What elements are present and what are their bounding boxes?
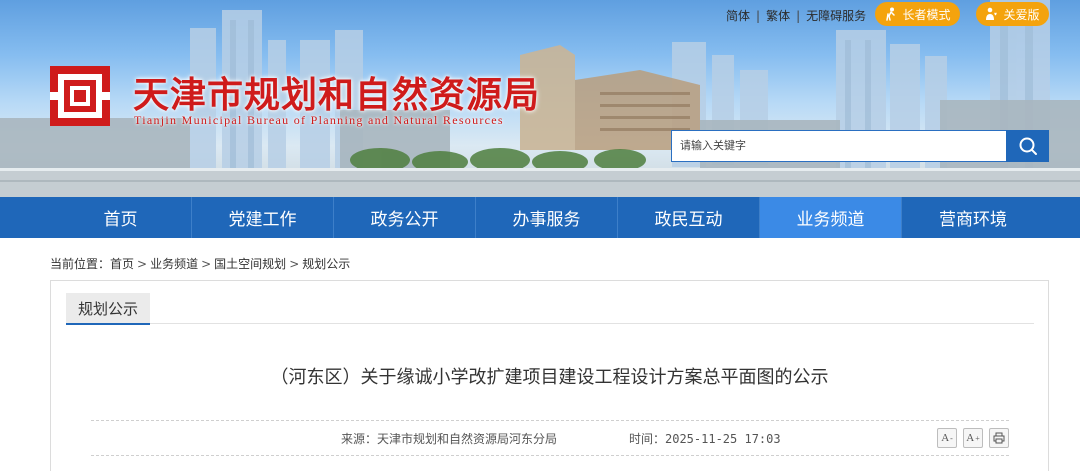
dashed-divider — [91, 420, 1009, 421]
article-title: （河东区）关于缘诚小学改扩建项目建设工程设计方案总平面图的公示 — [270, 367, 829, 388]
print-button[interactable] — [989, 428, 1009, 448]
nav-item-business-env[interactable]: 营商环境 — [902, 197, 1044, 238]
site-subtitle: Tianjin Municipal Bureau of Planning and… — [134, 113, 504, 127]
font-increase-button[interactable]: A + — [963, 428, 983, 448]
breadcrumb-home[interactable]: 首页 — [110, 255, 134, 272]
font-increase-label: A — [966, 432, 975, 444]
plus-sign: + — [975, 433, 980, 443]
separator: | — [796, 8, 801, 23]
care-version-button[interactable]: 关爱版 — [976, 2, 1049, 26]
article-source: 来源：天津市规划和自然资源局河东分局 — [341, 432, 558, 446]
care-label: 关爱版 — [1003, 7, 1040, 22]
nav-item-gov-affairs[interactable]: 政务公开 — [334, 197, 476, 238]
main-nav: 首页 党建工作 政务公开 办事服务 政民互动 业务频道 营商环境 — [0, 197, 1080, 238]
breadcrumb: 当前位置： 首页 > 业务频道 > 国土空间规划 > 规划公示 — [50, 255, 350, 272]
nav-item-home[interactable]: 首页 — [50, 197, 192, 238]
nav-item-services[interactable]: 办事服务 — [476, 197, 618, 238]
minus-sign: - — [950, 433, 953, 443]
breadcrumb-prefix: 当前位置： — [50, 257, 111, 271]
top-links: 简体 | 繁体 | 无障碍服务 — [726, 7, 866, 24]
content-panel: 规划公示 （河东区）关于缘诚小学改扩建项目建设工程设计方案总平面图的公示 来源：… — [50, 280, 1049, 471]
site-title[interactable]: 天津市规划和自然资源局 — [133, 66, 540, 118]
header-banner: 简体 | 繁体 | 无障碍服务 长者模式 关爱版 天津市规划和自然资源局 Tia… — [0, 0, 1080, 197]
care-icon — [985, 7, 999, 21]
breadcrumb-business-channel[interactable]: 业务频道 — [150, 255, 198, 272]
link-traditional[interactable]: 繁体 — [766, 7, 790, 24]
search-icon — [1019, 137, 1037, 155]
logo-icon[interactable] — [50, 66, 110, 126]
breadcrumb-separator: > — [201, 256, 212, 271]
nav-item-business-channel[interactable]: 业务频道 — [760, 197, 902, 238]
search-button[interactable] — [1006, 130, 1049, 162]
link-accessibility[interactable]: 无障碍服务 — [806, 7, 866, 24]
print-icon — [993, 432, 1005, 444]
elder-mode-button[interactable]: 长者模式 — [875, 2, 960, 26]
article-time: 时间：2025-11-25 17:03 — [629, 432, 781, 446]
breadcrumb-separator: > — [289, 256, 300, 271]
tab-divider — [66, 323, 1034, 324]
link-simplified[interactable]: 简体 — [726, 7, 750, 24]
dashed-divider — [91, 455, 1009, 456]
separator: | — [756, 8, 761, 23]
nav-item-party[interactable]: 党建工作 — [192, 197, 334, 238]
elder-mode-label: 长者模式 — [902, 7, 951, 22]
nav-item-interaction[interactable]: 政民互动 — [618, 197, 760, 238]
elder-icon — [884, 7, 898, 21]
tab-planning-notice[interactable]: 规划公示 — [66, 293, 150, 325]
breadcrumb-separator: > — [137, 256, 148, 271]
search-input[interactable]: 请输入关键字 — [671, 130, 1007, 162]
breadcrumb-planning-notice[interactable]: 规划公示 — [302, 255, 350, 272]
font-decrease-button[interactable]: A- — [937, 428, 957, 448]
font-decrease-label: A — [941, 432, 950, 444]
breadcrumb-spatial-planning[interactable]: 国土空间规划 — [214, 255, 286, 272]
